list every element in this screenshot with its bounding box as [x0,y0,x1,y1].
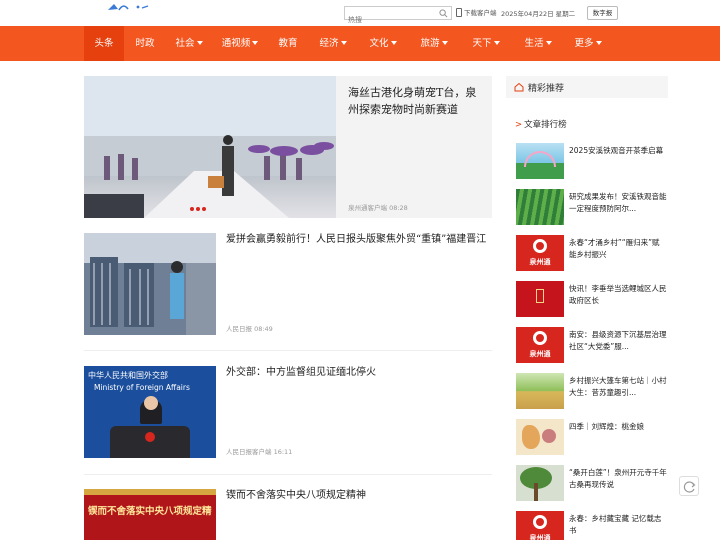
article-title[interactable]: 外交部：中方监督组见证缅北停火 [226,366,492,380]
ranking-item[interactable]: 2025安溪铁观音开茶季启幕 [516,143,668,179]
nav-item-culture[interactable]: 文化 [358,26,408,61]
search-input[interactable] [345,14,433,26]
pet-runway-photo [84,76,336,218]
ranking-item[interactable]: 快讯！李垂举当选鲤城区人民政府区长 [516,281,668,317]
featured-title[interactable]: 海丝古港化身萌宠T台，泉州探索宠物时尚新赛道 [348,84,484,118]
nav-item-life[interactable]: 生活 [512,26,564,61]
banner-photo: 锲而不舍落实中央八项规定精神 [84,489,216,540]
article-thumbnail[interactable]: 中华人民共和国外交部 Ministry of Foreign Affairs [84,366,216,458]
recommend-title: 精彩推荐 [528,84,565,94]
chevron-down-icon [196,41,203,45]
article-title[interactable]: 锲而不舍落实中央八项规定精神 [226,489,492,503]
chevron-down-icon [595,41,602,45]
mfa-press-photo: 中华人民共和国外交部 Ministry of Foreign Affairs [84,366,216,458]
factory-photo [84,233,216,335]
ranking-item[interactable]: 泉州通 永春“才涌乡村”“雁归来”赋能乡村振兴 [516,235,668,271]
list-item[interactable]: 锲而不舍落实中央八项规定精神 锲而不舍落实中央八项规定精神 [84,489,492,540]
ranking-title[interactable]: 2025安溪铁观音开茶季启幕 [569,145,667,157]
digital-paper-button[interactable]: 数字报 [587,6,618,20]
nav-item-headlines[interactable]: 头条 [84,26,124,61]
featured-article[interactable]: 海丝古港化身萌宠T台，泉州探索宠物时尚新赛道 泉州通客户端 08:28 [84,76,492,218]
ranking-thumbnail[interactable] [516,189,564,225]
ranking-title[interactable]: 南安：县级资源下沉基层治理 社区“大党委”服... [569,329,667,353]
featured-meta: 泉州通客户端 08:28 [348,204,408,212]
recommend-header: 精彩推荐 [506,76,668,98]
chevron-down-icon [545,41,552,45]
current-date: 2025年04月22日 星期二 [501,10,576,18]
chevron-right-icon: > [515,120,523,130]
nav-item-politics[interactable]: 时政 [124,26,166,61]
article-title[interactable]: 爱拼会赢勇毅前行！人民日报头版聚焦外贸“重镇”福建晋江 [226,233,492,247]
search-icon[interactable] [439,9,448,18]
divider [84,474,492,475]
ranking-thumbnail[interactable] [516,465,564,501]
list-item[interactable]: 中华人民共和国外交部 Ministry of Foreign Affairs 外… [84,366,492,460]
feedback-button[interactable] [679,476,699,496]
ranking-title[interactable]: 快讯！李垂举当选鲤城区人民政府区长 [569,283,667,307]
list-item[interactable]: 爱拼会赢勇毅前行！人民日报头版聚焦外贸“重镇”福建晋江 人民日报 08:49 [84,233,492,337]
ranking-thumbnail[interactable] [516,281,564,317]
ranking-thumbnail[interactable] [516,143,564,179]
nav-item-economy[interactable]: 经济 [308,26,358,61]
nav-item-society[interactable]: 社会 [166,26,212,61]
ranking-title[interactable]: 研究成果发布！安溪铁观音能一定程度预防阿尔... [569,191,667,215]
nav-item-education[interactable]: 教育 [268,26,308,61]
ranking-item[interactable]: 乡村振兴大篷车第七站｜小村大生：昔苏童趣引... [516,373,668,409]
download-app-link[interactable]: 下载客户端 [456,7,497,17]
rank-title[interactable]: > 文章排行榜 [515,118,567,130]
ranking-thumbnail[interactable] [516,419,564,455]
ranking-title[interactable]: 乡村振兴大篷车第七站｜小村大生：昔苏童趣引... [569,375,667,399]
ranking-title[interactable]: 永春“才涌乡村”“雁归来”赋能乡村振兴 [569,237,667,261]
featured-image[interactable] [84,76,336,218]
ranking-title[interactable]: 四季｜刘辉煌：桃金娘 [569,421,667,433]
chevron-down-icon [390,41,397,45]
article-thumbnail[interactable] [84,233,216,335]
chevron-down-icon [252,41,259,45]
nav-item-travel[interactable]: 旅游 [408,26,460,61]
article-meta: 人民日报客户端 16:11 [226,448,293,456]
ranking-item[interactable]: 泉州通 永春：乡村藏宝藏 记忆载志书 [516,511,668,540]
phone-icon [456,7,462,17]
download-label: 下载客户端 [464,9,497,17]
ranking-item[interactable]: 研究成果发布！安溪铁观音能一定程度预防阿尔... [516,189,668,225]
chevron-down-icon [340,41,347,45]
nav-item-more[interactable]: 更多 [564,26,612,61]
divider [84,350,492,351]
ranking-title[interactable]: 永春：乡村藏宝藏 记忆载志书 [569,513,667,537]
nav-item-world[interactable]: 天下 [460,26,512,61]
ranking-thumbnail[interactable]: 泉州通 [516,327,564,363]
ranking-thumbnail[interactable] [516,373,564,409]
chevron-down-icon [441,41,448,45]
home-icon [514,82,524,92]
ranking-item[interactable]: “桑开白莲”！泉州开元寺千年古桑再现传说 [516,465,668,501]
ranking-thumbnail[interactable]: 泉州通 [516,511,564,540]
refresh-icon [683,481,696,493]
search-box[interactable] [344,6,452,26]
article-meta: 人民日报 08:49 [226,325,273,333]
article-thumbnail[interactable]: 锲而不舍落实中央八项规定精神 [84,489,216,540]
main-nav: 头条 时政 社会 通视频 教育 经济 文化 旅游 天下 生活 更多 [0,26,720,61]
nav-item-video[interactable]: 通视频 [212,26,268,61]
ranking-thumbnail[interactable]: 泉州通 [516,235,564,271]
chevron-down-icon [493,41,500,45]
ranking-item[interactable]: 泉州通 南安：县级资源下沉基层治理 社区“大党委”服... [516,327,668,363]
site-logo[interactable] [106,2,150,12]
top-bar: 下载客户端 2025年04月22日 星期二 数字报 [0,0,720,26]
ranking-title[interactable]: “桑开白莲”！泉州开元寺千年古桑再现传说 [569,467,667,491]
ranking-item[interactable]: 四季｜刘辉煌：桃金娘 [516,419,668,455]
